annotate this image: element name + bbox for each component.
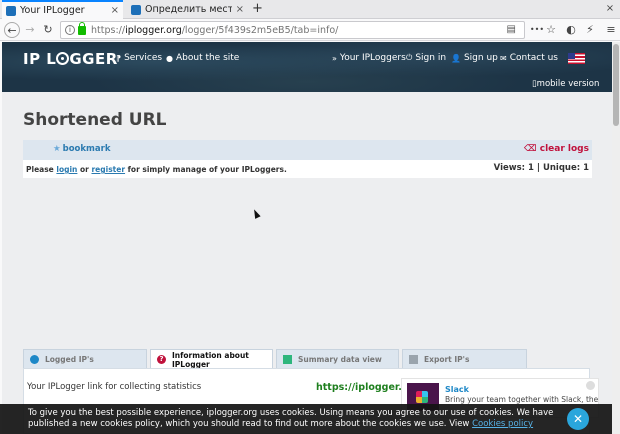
scrollbar-thumb[interactable] bbox=[613, 44, 619, 126]
cookies-policy-link[interactable]: Cookies policy bbox=[472, 419, 533, 429]
tab-export[interactable]: Export IP's bbox=[402, 349, 527, 368]
url-bar[interactable]: i https://iplogger.org/logger/5f439s2m5e… bbox=[60, 21, 525, 39]
browser-tab-bar: Your IPLogger × Определить месторасп × +… bbox=[0, 0, 620, 19]
cookie-banner: To give you the best possible experience… bbox=[0, 404, 612, 434]
user-icon: 👤 bbox=[451, 53, 461, 63]
chat-icon: ● bbox=[166, 53, 173, 63]
lock-icon bbox=[78, 21, 86, 35]
ad-title: Slack bbox=[445, 385, 469, 394]
hamburger-menu-icon[interactable]: ≡ bbox=[603, 22, 619, 38]
mobile-version-link[interactable]: ▯mobile version bbox=[532, 79, 599, 89]
services-icon: ⁋ bbox=[116, 53, 122, 63]
login-prompt: Please login or register for simply mana… bbox=[26, 165, 287, 174]
bookmark-link[interactable]: ★ bookmark bbox=[53, 144, 110, 154]
site-favicon-icon bbox=[131, 4, 141, 15]
clear-logs-link[interactable]: ⌫ clear logs bbox=[524, 144, 589, 154]
nav-your-iploggers[interactable]: » Your IPLoggers bbox=[332, 53, 406, 63]
tab-close-icon[interactable]: × bbox=[111, 5, 119, 16]
mouse-cursor-icon bbox=[251, 208, 261, 219]
nav-services[interactable]: ⁋ Services bbox=[116, 53, 162, 63]
eraser-icon: ⌫ bbox=[523, 144, 537, 154]
browser-tab-geolocation[interactable]: Определить месторасп × bbox=[127, 0, 248, 19]
tab-information[interactable]: ? Information about IPLogger bbox=[150, 349, 273, 369]
ad-text: Bring your team together with Slack, the bbox=[445, 395, 599, 404]
globe-icon bbox=[30, 354, 39, 364]
login-link[interactable]: login bbox=[56, 165, 77, 174]
cookie-close-button[interactable]: ✕ bbox=[567, 408, 589, 430]
envelope-icon: ✉ bbox=[500, 53, 507, 63]
tab-logged-ips[interactable]: Logged IP's bbox=[23, 349, 147, 368]
browser-tab-iplogger[interactable]: Your IPLogger × bbox=[2, 0, 123, 19]
export-icon bbox=[409, 354, 418, 364]
tab-title: Определить месторасп bbox=[145, 4, 232, 15]
nav-sign-in[interactable]: ⏻ Sign in bbox=[406, 53, 446, 63]
tab-summary[interactable]: Summary data view bbox=[276, 349, 399, 368]
page-scrollbar[interactable] bbox=[612, 42, 620, 434]
tracking-shield-icon[interactable]: ◐ bbox=[563, 22, 579, 38]
ad-close-icon[interactable] bbox=[586, 381, 595, 390]
tab-title: Your IPLogger bbox=[20, 5, 85, 16]
forward-icon[interactable]: → bbox=[22, 22, 38, 38]
new-tab-button[interactable]: + bbox=[252, 1, 263, 16]
bookmark-star-icon[interactable]: ☆ bbox=[543, 22, 559, 38]
power-icon: ⏻ bbox=[406, 53, 413, 62]
logger-summary-box: ★ bookmark ⌫ clear logs Please login or r… bbox=[23, 140, 592, 178]
url-text[interactable]: https://iplogger.org/logger/5f439s2m5eB5… bbox=[91, 25, 338, 36]
back-icon[interactable]: ← bbox=[4, 22, 20, 38]
site-info-icon[interactable]: i bbox=[65, 25, 75, 35]
chart-icon bbox=[283, 354, 292, 364]
nav-sign-up[interactable]: 👤 Sign up bbox=[451, 53, 498, 63]
reader-view-icon[interactable]: ▤ bbox=[507, 24, 516, 35]
nav-about[interactable]: ● About the site bbox=[166, 53, 239, 63]
views-counter: Views: 1 | Unique: 1 bbox=[493, 163, 589, 173]
chevrons-down-icon: » bbox=[332, 53, 337, 63]
help-icon: ? bbox=[157, 355, 166, 364]
site-header: IP L GGER ⁋ Services ● About the site » Your… bbox=[2, 42, 612, 92]
iplogger-logo[interactable]: IP L GGER bbox=[23, 50, 118, 68]
nav-contact-us[interactable]: ✉ Contact us bbox=[500, 53, 558, 63]
logo-eye-icon bbox=[56, 52, 70, 65]
register-link[interactable]: register bbox=[91, 165, 125, 174]
us-flag-icon[interactable] bbox=[568, 53, 585, 64]
page-content: Shortened URL ★ bookmark ⌫ clear logs Ple… bbox=[2, 92, 612, 434]
window-close-icon[interactable]: × bbox=[604, 3, 616, 15]
browser-nav-bar: ← → ↻ i https://iplogger.org/logger/5f43… bbox=[0, 19, 620, 41]
star-icon: ★ bbox=[53, 144, 61, 154]
tab-close-icon[interactable]: × bbox=[236, 4, 244, 15]
page-title: Shortened URL bbox=[23, 110, 167, 130]
iplogger-favicon-icon bbox=[6, 5, 16, 16]
collect-stats-label: Your IPLogger link for collecting statis… bbox=[27, 382, 202, 392]
reload-icon[interactable]: ↻ bbox=[40, 22, 56, 38]
extension-icon[interactable]: ⚡ bbox=[582, 22, 598, 38]
